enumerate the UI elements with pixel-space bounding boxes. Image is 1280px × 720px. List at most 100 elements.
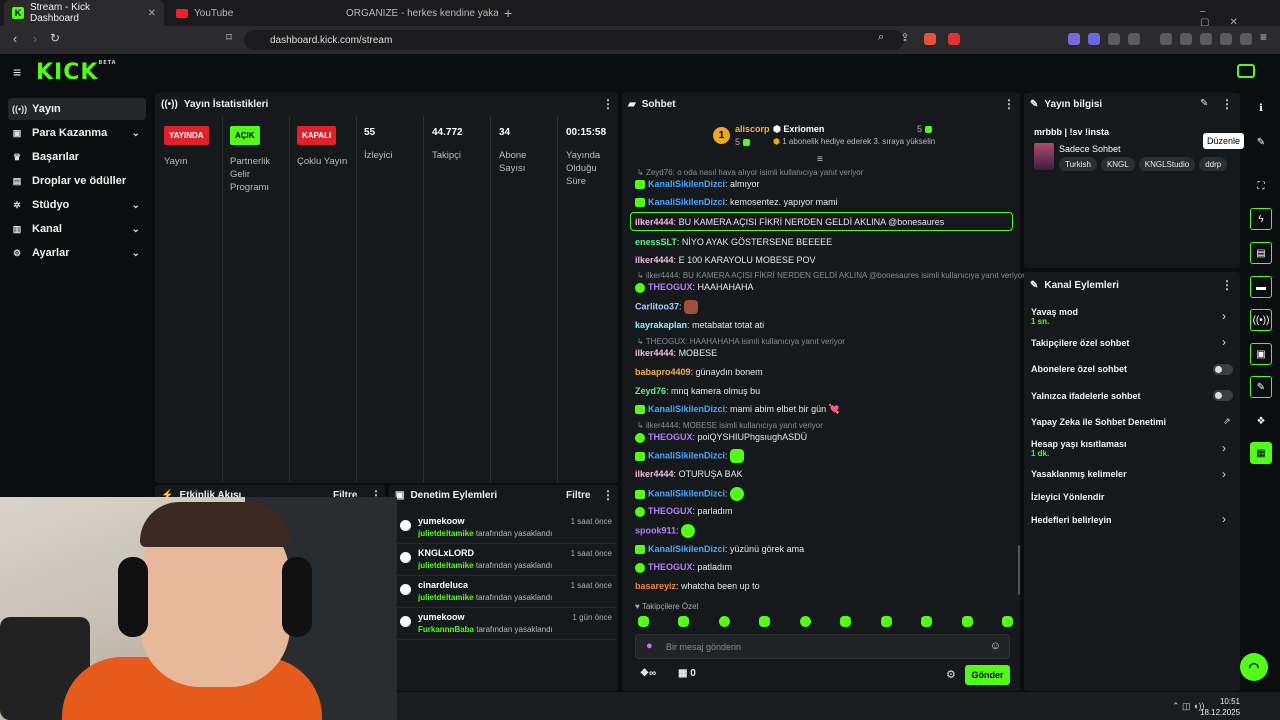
tab-organize[interactable]: ORGANIZE - herkes kendine yaka [332,0,498,26]
followers-only-item[interactable]: Takipçilere özel sohbet [1031,338,1129,348]
users-icon[interactable]: ❖ [1250,410,1272,432]
emote-icon[interactable] [880,616,892,627]
chat-settings-icon[interactable]: ⚙ [946,668,956,681]
extension-icon[interactable] [1128,33,1140,45]
emote-icon[interactable] [961,616,973,627]
brave-shield-icon[interactable] [924,33,936,45]
chat-username[interactable]: ilker4444 [635,217,674,227]
gifter-name[interactable]: Exriomen [783,124,824,134]
tab-youtube[interactable]: YouTube [168,0,328,26]
ai-moderation-item[interactable]: Yapay Zeka ile Sohbet Denetimi [1031,417,1166,427]
chevron-right-icon[interactable]: › [1222,335,1226,349]
emote-icon[interactable] [638,616,649,627]
chat-message[interactable]: THEOGUX: poiQYSHIUPhgsıughASDÜ [635,431,807,443]
moderation-entry[interactable]: KNGLxLORD julietdeltamike tarafından yasa… [398,544,616,576]
chat-username[interactable]: enessSLT [635,237,677,247]
chat-message[interactable]: THEOGUX: patladım [635,561,732,573]
url-field[interactable]: dashboard.kick.com/stream [244,30,904,50]
edit-icon[interactable]: ✎ [1250,131,1272,153]
chat-username[interactable]: ilker4444 [635,469,674,479]
tag-chip[interactable]: ddrp [1199,157,1228,171]
chat-message[interactable]: basareyiz: whatcha been up to [635,580,760,592]
chat-username[interactable]: KanaliSikilenDizci [648,197,725,207]
kick-logo[interactable]: KICKBETA [36,60,117,85]
chat-message[interactable]: THEOGUX: HAAHAHAHA [635,281,754,293]
info-icon[interactable]: ℹ [1250,97,1272,119]
chat-username[interactable]: THEOGUX [648,506,693,516]
channel-actions-menu-icon[interactable]: ⋮ [1221,278,1233,292]
goals-item[interactable]: Hedefleri belirleyin [1031,515,1112,525]
chat-username[interactable]: basareyiz [635,581,676,591]
chat-menu-icon[interactable]: ⋮ [1003,97,1015,111]
chat-message[interactable]: babapro4409: günaydın bonem [635,366,763,378]
chat-message[interactable]: ilker4444: BU KAMERA AÇISI FİKRİ NERDEN … [635,216,944,228]
raid-item[interactable]: İzleyici Yönlendir [1031,492,1104,502]
chat-username[interactable]: KanaliSikilenDizci [648,544,725,554]
extension-icon[interactable] [1088,33,1100,45]
moderation-menu-icon[interactable]: ⋮ [602,488,614,502]
gift-counter[interactable]: ▦ 0 [678,668,696,679]
stream-info-menu-icon[interactable]: ⋮ [1221,97,1233,111]
chat-username[interactable]: KanaliSikilenDizci [648,404,725,414]
slow-mode-item[interactable]: Yavaş mod 1 sn. [1031,307,1078,326]
chat-message[interactable]: THEOGUX: parladım [635,505,733,517]
extension-icon[interactable] [1108,33,1120,45]
chat-username[interactable]: ilker4444 [635,348,674,358]
clip-icon[interactable]: ▦ [1250,442,1272,464]
back-icon[interactable]: ‹ [6,31,24,46]
sidebar-item-basarilar[interactable]: ♛ Başarılar [8,146,146,168]
edit-pencil-icon[interactable]: ✎ [1200,98,1208,109]
tab-kick-dashboard[interactable]: K Stream - Kick Dashboard ✕ [4,0,164,26]
fullscreen-icon[interactable]: ⛶ [1250,175,1272,197]
streamer-mode-icon[interactable] [1237,64,1255,78]
reload-icon[interactable]: ↻ [46,31,64,45]
sidebar-item-studyo[interactable]: ✲ Stüdyo ⌄ [8,194,146,216]
chat-message[interactable]: KanaliSikilenDizci: mami abim elbet bir … [635,403,840,415]
emote-icon[interactable] [1001,616,1013,627]
emote-icon[interactable] [759,616,771,627]
external-link-icon[interactable]: ⇗ [1223,416,1231,427]
send-button[interactable]: Gönder [965,665,1010,685]
emote-icon[interactable] [840,616,852,627]
chat-username[interactable]: THEOGUX [648,282,693,292]
sidebar-item-yayin[interactable]: ((•)) Yayın [8,98,146,120]
chat-scrollbar[interactable] [1018,545,1020,595]
chevron-right-icon[interactable]: › [1222,512,1226,526]
chat-message[interactable]: Carlitoo37: [635,300,699,314]
chat-username[interactable]: kayrakaplan [635,320,687,330]
chat-message[interactable]: spook911: [635,524,696,538]
bookmark-icon[interactable]: ⌑ [220,31,238,44]
emote-only-toggle[interactable] [1213,390,1233,401]
chat-message[interactable]: Zeyd76: mnq kamera olmuş bu [635,385,760,397]
chat-message[interactable]: ilker4444: OTURUŞA BAK [635,468,743,480]
wrench-icon[interactable]: ✎ [1250,376,1272,398]
chat-username[interactable]: Zeyd76 [635,386,666,396]
moderation-filter-button[interactable]: Filtre [566,490,590,501]
zoom-icon[interactable]: ⌕ [872,31,890,44]
chat-message[interactable]: KanaliSikilenDizci: [635,487,745,501]
moderation-entry[interactable]: cinardeluca julietdeltamike tarafından ya… [398,576,616,608]
brave-rewards-icon[interactable] [948,33,960,45]
media-icon[interactable] [1160,33,1172,45]
stats-menu-icon[interactable]: ⋮ [602,97,614,111]
chat-username[interactable]: babapro4409 [635,367,691,377]
category-name[interactable]: Sadece Sohbet [1059,144,1121,154]
points-indicator[interactable]: ❖∞ [640,668,656,679]
chat-icon[interactable]: ▬ [1250,276,1272,298]
vpn-icon[interactable] [1240,33,1252,45]
forward-icon[interactable]: › [26,31,44,46]
expand-leaderboard-icon[interactable]: ≡ [817,154,823,165]
microphone-icon[interactable]: ● [646,640,653,652]
new-tab-button[interactable]: + [496,0,520,26]
chat-username[interactable]: spook911 [635,525,676,535]
sidebar-item-kanal[interactable]: ▥ Kanal ⌄ [8,218,146,240]
tag-chip[interactable]: Turkish [1059,157,1097,171]
chat-username[interactable]: THEOGUX [648,432,693,442]
chat-username[interactable]: KanaliSikilenDizci [648,450,725,460]
chat-username[interactable]: ilker4444 [635,255,674,265]
sidebar-item-ayarlar[interactable]: ⚙ Ayarlar ⌄ [8,242,146,264]
banned-words-item[interactable]: Yasaklanmış kelimeler [1031,469,1127,479]
subscribers-only-toggle[interactable] [1213,364,1233,375]
support-icon[interactable]: ◠ [1240,653,1268,681]
leader-name[interactable]: aliscorp [735,124,770,134]
